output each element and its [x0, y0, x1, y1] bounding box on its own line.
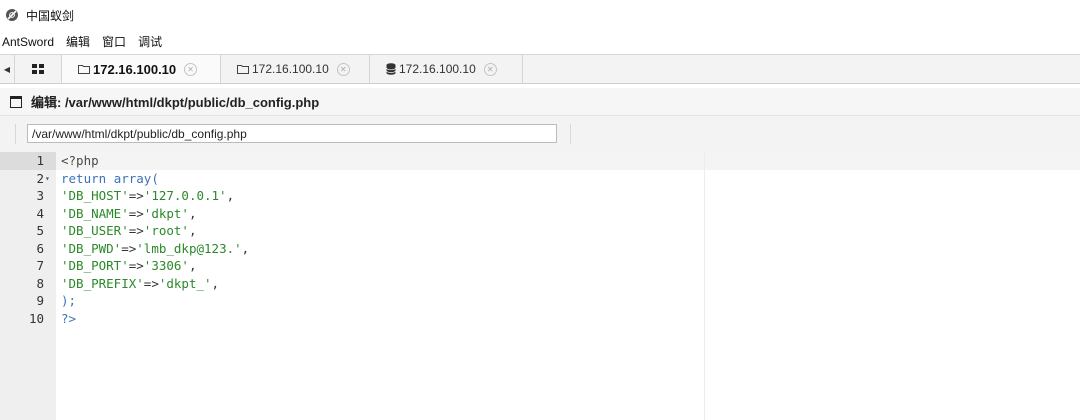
tab-label: 172.16.100.10 — [252, 62, 329, 76]
title-bar: 中国蚁剑 — [0, 0, 1080, 30]
line-number: 10 — [28, 310, 44, 326]
code-line[interactable]: 7 'DB_PORT'=>'3306', — [0, 257, 1080, 275]
code-text: 'DB_USER'=>'root', — [61, 223, 197, 238]
line-number: 9 — [36, 293, 44, 308]
code-text: 'DB_PREFIX'=>'dkpt_', — [61, 275, 220, 291]
code-text: 'DB_PWD'=>'lmb_dkp@123.', — [61, 240, 250, 256]
code-text: 'DB_PORT'=>'3306', — [61, 258, 197, 273]
tab-shell-2[interactable]: 172.16.100.10 ✕ — [221, 55, 370, 83]
code-text: 'DB_NAME'=>'dkpt', — [61, 205, 197, 221]
folder-icon — [78, 64, 90, 74]
code-line[interactable]: 9); — [0, 292, 1080, 310]
code-line[interactable]: 4 'DB_NAME'=>'dkpt', — [0, 205, 1080, 223]
code-line[interactable]: 8 'DB_PREFIX'=>'dkpt_', — [0, 275, 1080, 293]
code-line[interactable]: 3 'DB_HOST'=>'127.0.0.1', — [0, 187, 1080, 205]
tab-shell-3[interactable]: 172.16.100.10 ✕ — [370, 55, 523, 83]
grid-icon — [31, 64, 44, 74]
menu-debug[interactable]: 调试 — [138, 33, 162, 50]
code-text: return array( — [61, 170, 159, 186]
file-path-input[interactable] — [27, 124, 557, 143]
code-line[interactable]: 2 ▾ return array( — [0, 170, 1080, 188]
toolbar-separator — [15, 124, 16, 144]
close-icon[interactable]: ✕ — [483, 62, 497, 76]
code-line[interactable]: 1 <?php — [0, 152, 1080, 170]
code-text: ); — [61, 293, 77, 308]
line-number: 2 — [36, 170, 44, 186]
close-icon[interactable]: ✕ — [336, 62, 350, 76]
code-line[interactable]: 10 ?> — [0, 310, 1080, 328]
line-number: 4 — [36, 205, 44, 221]
line-number: 6 — [36, 240, 44, 256]
window-title: 中国蚁剑 — [26, 8, 75, 23]
editor-panel-header: 编辑: /var/www/html/dkpt/public/db_config.… — [0, 88, 1080, 116]
code-text: 'DB_HOST'=>'127.0.0.1', — [61, 188, 235, 203]
line-number: 8 — [36, 275, 44, 291]
line-number: 5 — [36, 223, 44, 238]
code-text: ?> — [61, 310, 77, 326]
tab-scroll-left-icon[interactable]: ◀ — [0, 55, 15, 83]
window-icon — [10, 95, 22, 108]
menu-edit[interactable]: 编辑 — [66, 33, 90, 50]
code-line[interactable]: 5 'DB_USER'=>'root', — [0, 222, 1080, 240]
tab-label: 172.16.100.10 — [93, 61, 177, 77]
code-editor[interactable]: 1 <?php 2 ▾ return array( 3 'DB_HOST'=>'127.0.… — [0, 152, 1080, 420]
tab-shell-1[interactable]: 172.16.100.10 ✕ — [62, 55, 221, 83]
tab-bar: ◀ 172.16.100.10 ✕ 172.16.100.10 ✕ 172.16… — [0, 54, 1080, 84]
close-icon[interactable]: ✕ — [184, 62, 198, 76]
line-number: 1 — [36, 153, 44, 168]
toolbar-separator — [570, 124, 571, 144]
folder-icon — [237, 64, 249, 74]
path-toolbar — [0, 116, 1080, 153]
tab-label: 172.16.100.10 — [399, 62, 476, 76]
database-icon — [386, 63, 396, 75]
panel-title: 编辑: /var/www/html/dkpt/public/db_config.… — [31, 95, 320, 110]
menu-antsword[interactable]: AntSword — [2, 35, 54, 49]
menu-bar: AntSword 编辑 窗口 调试 — [0, 30, 1080, 53]
tab-home[interactable] — [14, 55, 62, 83]
menu-window[interactable]: 窗口 — [102, 33, 126, 50]
antsword-logo-icon — [6, 9, 18, 21]
line-number: 7 — [36, 258, 44, 273]
line-number: 3 — [36, 188, 44, 203]
code-line[interactable]: 6 'DB_PWD'=>'lmb_dkp@123.', — [0, 240, 1080, 258]
fold-toggle-icon[interactable]: ▾ — [45, 170, 50, 188]
code-text: <?php — [61, 153, 99, 168]
